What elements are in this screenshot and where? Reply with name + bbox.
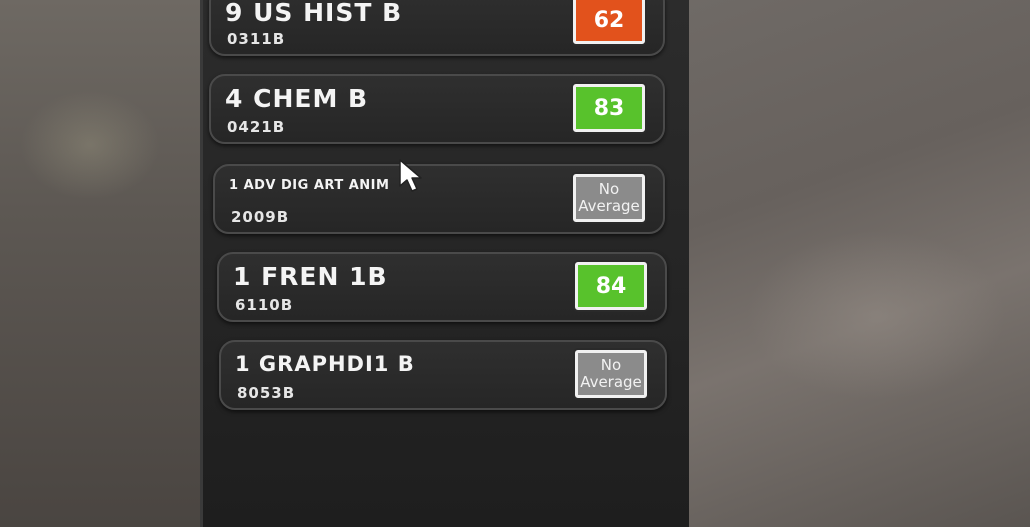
course-card[interactable]: 1 FREN 1B 6110B 84 (217, 252, 667, 322)
course-code: 0311B (227, 30, 286, 48)
course-card[interactable]: 9 US HIST B 0311B 62 (209, 0, 665, 56)
grade-badge[interactable]: No Average (573, 174, 645, 222)
course-name: 1 ADV DIG ART ANIM (229, 178, 390, 193)
course-code: 8053B (237, 384, 296, 402)
course-code: 0421B (227, 118, 286, 136)
course-name: 4 CHEM B (225, 84, 369, 113)
grade-value: 84 (595, 273, 627, 299)
course-name: 1 FREN 1B (233, 262, 388, 291)
grade-badge[interactable]: No Average (575, 350, 647, 398)
course-card[interactable]: 4 CHEM B 0421B 83 (209, 74, 665, 144)
course-name: 1 GRAPHDI1 B (235, 352, 415, 376)
grade-badge[interactable]: 84 (575, 262, 647, 310)
course-card[interactable]: 1 ADV DIG ART ANIM 2009B No Average (213, 164, 665, 234)
grade-value: 62 (593, 7, 625, 33)
course-card[interactable]: 1 GRAPHDI1 B 8053B No Average (219, 340, 667, 410)
background-left (0, 0, 210, 527)
grade-value: 83 (593, 95, 625, 121)
grade-no-label: No (600, 356, 622, 374)
grade-badge[interactable]: 62 (573, 0, 645, 44)
grade-average-label: Average (580, 373, 642, 391)
background-right (686, 0, 1030, 527)
grade-badge[interactable]: 83 (573, 84, 645, 132)
grades-panel: 9 US HIST B 0311B 62 4 CHEM B 0421B 83 1… (200, 0, 689, 527)
course-code: 6110B (235, 296, 294, 314)
course-code: 2009B (231, 208, 290, 226)
grade-no-label: No (598, 180, 620, 198)
course-name: 9 US HIST B (225, 0, 403, 27)
grade-average-label: Average (578, 197, 640, 215)
mouse-pointer-icon (399, 159, 422, 192)
